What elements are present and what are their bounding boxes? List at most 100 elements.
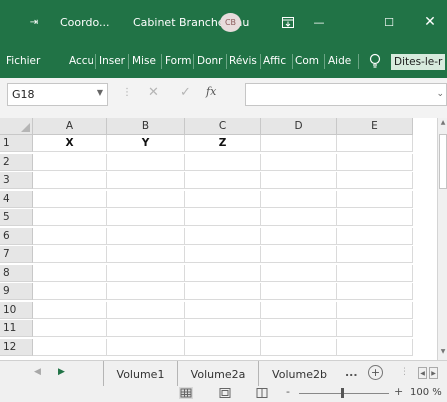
- cell-a8[interactable]: [33, 264, 107, 282]
- minimize-button[interactable]: —: [312, 0, 326, 44]
- zoom-slider[interactable]: [299, 393, 389, 394]
- vertical-scrollbar[interactable]: ▲ ▼: [437, 118, 447, 360]
- scroll-right-icon[interactable]: ▶: [429, 367, 438, 379]
- previous-sheet-icon[interactable]: ◀: [34, 367, 41, 377]
- normal-view-icon[interactable]: [179, 387, 193, 399]
- chevron-down-icon[interactable]: ▼: [97, 88, 103, 97]
- cell-a12[interactable]: [33, 338, 107, 356]
- page-break-preview-icon[interactable]: [255, 387, 269, 399]
- tab-affichage[interactable]: Affic: [263, 44, 290, 78]
- cell-e6[interactable]: [337, 227, 413, 245]
- row-header-1[interactable]: 1: [0, 135, 33, 152]
- cell-d11[interactable]: [261, 320, 337, 337]
- cell-e7[interactable]: [337, 246, 413, 263]
- column-header-c[interactable]: C: [185, 118, 261, 135]
- cell-e2[interactable]: [337, 153, 413, 171]
- cell-b9[interactable]: [107, 283, 185, 300]
- cell-d1[interactable]: [261, 135, 337, 152]
- cell-e1[interactable]: [337, 135, 413, 152]
- select-all-corner[interactable]: [0, 118, 33, 135]
- cell-e4[interactable]: [337, 190, 413, 208]
- row-header-2[interactable]: 2: [0, 153, 33, 171]
- cell-d6[interactable]: [261, 227, 337, 245]
- scroll-left-icon[interactable]: ◀: [418, 367, 427, 379]
- tab-complements[interactable]: Com: [295, 44, 323, 78]
- next-sheet-icon[interactable]: ▶: [58, 367, 65, 377]
- quick-access-toolbar-icon[interactable]: ⇥: [26, 0, 42, 44]
- scrollbar-thumb[interactable]: [439, 134, 447, 189]
- sheet-tab-volume2a[interactable]: Volume2a: [177, 361, 258, 387]
- cell-e5[interactable]: [337, 209, 413, 226]
- add-sheet-button[interactable]: +: [368, 365, 383, 380]
- zoom-in-button[interactable]: +: [394, 385, 403, 398]
- tab-insertion[interactable]: Inser: [99, 44, 126, 78]
- cell-b2[interactable]: [107, 153, 185, 171]
- insert-function-icon[interactable]: fx: [206, 85, 216, 98]
- cell-c12[interactable]: [185, 338, 261, 356]
- lightbulb-icon[interactable]: [368, 53, 382, 69]
- sheet-tab-volume1[interactable]: Volume1: [103, 361, 177, 387]
- cell-e9[interactable]: [337, 283, 413, 300]
- cell-c8[interactable]: [185, 264, 261, 282]
- cell-c4[interactable]: [185, 190, 261, 208]
- cell-c11[interactable]: [185, 320, 261, 337]
- chevron-down-icon[interactable]: ⌄: [436, 89, 444, 99]
- horizontal-scroll-grip-icon[interactable]: ⋮: [400, 367, 409, 377]
- cell-c2[interactable]: [185, 153, 261, 171]
- scroll-up-icon[interactable]: ▲: [439, 119, 447, 129]
- cell-d9[interactable]: [261, 283, 337, 300]
- formula-input[interactable]: ⌄: [245, 83, 447, 106]
- cell-b10[interactable]: [107, 301, 185, 319]
- cell-b4[interactable]: [107, 190, 185, 208]
- zoom-out-button[interactable]: -: [286, 385, 290, 398]
- tab-mise-en-page[interactable]: Mise: [132, 44, 159, 78]
- cell-b7[interactable]: [107, 246, 185, 263]
- cell-a3[interactable]: [33, 172, 107, 189]
- avatar[interactable]: CB: [220, 13, 241, 32]
- cell-b5[interactable]: [107, 209, 185, 226]
- close-button[interactable]: ✕: [423, 0, 437, 44]
- cell-b12[interactable]: [107, 338, 185, 356]
- cell-d12[interactable]: [261, 338, 337, 356]
- zoom-slider-thumb[interactable]: [341, 388, 344, 398]
- column-header-b[interactable]: B: [107, 118, 185, 135]
- row-header-12[interactable]: 12: [0, 338, 33, 356]
- cell-d5[interactable]: [261, 209, 337, 226]
- tab-fichier[interactable]: Fichier: [6, 44, 48, 78]
- column-header-e[interactable]: E: [337, 118, 413, 135]
- cell-c7[interactable]: [185, 246, 261, 263]
- cell-a11[interactable]: [33, 320, 107, 337]
- cell-a5[interactable]: [33, 209, 107, 226]
- cell-c1[interactable]: Z: [185, 135, 261, 152]
- scroll-down-icon[interactable]: ▼: [439, 348, 447, 358]
- ribbon-display-options-icon[interactable]: [282, 0, 296, 44]
- cell-e10[interactable]: [337, 301, 413, 319]
- cell-e8[interactable]: [337, 264, 413, 282]
- row-header-7[interactable]: 7: [0, 246, 33, 263]
- tell-me-search[interactable]: Dites-le-r: [391, 54, 446, 70]
- enter-icon[interactable]: ✓: [180, 85, 191, 100]
- cell-d8[interactable]: [261, 264, 337, 282]
- cell-a10[interactable]: [33, 301, 107, 319]
- cell-a6[interactable]: [33, 227, 107, 245]
- more-sheets-button[interactable]: ...: [345, 366, 358, 379]
- row-header-5[interactable]: 5: [0, 209, 33, 226]
- cell-a2[interactable]: [33, 153, 107, 171]
- cell-d2[interactable]: [261, 153, 337, 171]
- sheet-tab-volume2b[interactable]: Volume2b: [258, 361, 340, 387]
- maximize-button[interactable]: ☐: [382, 0, 396, 44]
- cell-c3[interactable]: [185, 172, 261, 189]
- tab-formules[interactable]: Form: [165, 44, 191, 78]
- tab-accueil[interactable]: Accu: [69, 44, 93, 78]
- cell-e3[interactable]: [337, 172, 413, 189]
- name-box[interactable]: G18 ▼: [7, 83, 108, 106]
- cell-a9[interactable]: [33, 283, 107, 300]
- cell-c10[interactable]: [185, 301, 261, 319]
- worksheet-grid[interactable]: ABCDE 1 2 3 4 5 6 7 8 9 10 11 12 XYZ ▲ ▼: [0, 118, 447, 360]
- row-header-8[interactable]: 8: [0, 264, 33, 282]
- cell-d4[interactable]: [261, 190, 337, 208]
- cell-c9[interactable]: [185, 283, 261, 300]
- cell-a7[interactable]: [33, 246, 107, 263]
- zoom-level[interactable]: 100 %: [410, 387, 442, 398]
- tab-revision[interactable]: Révis: [229, 44, 259, 78]
